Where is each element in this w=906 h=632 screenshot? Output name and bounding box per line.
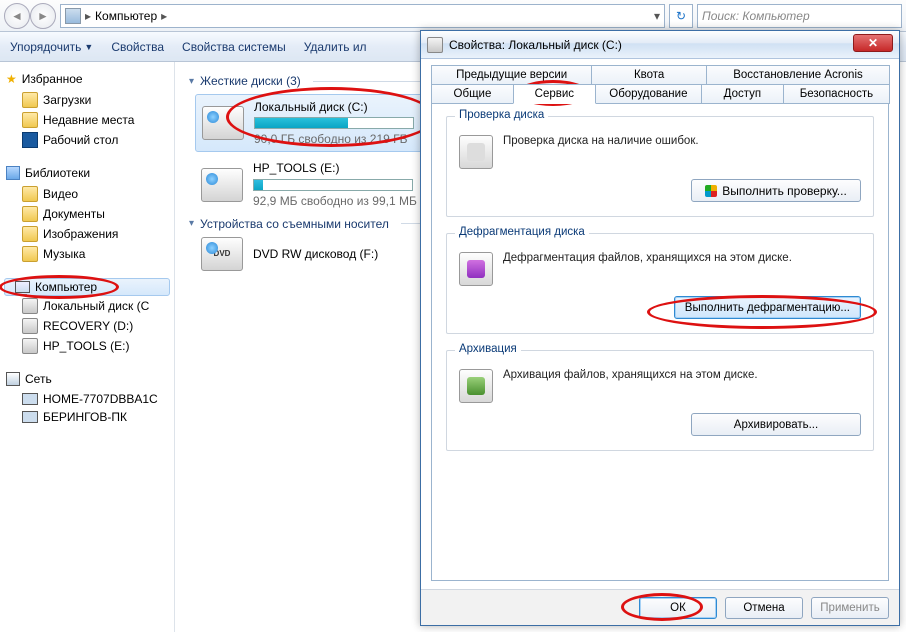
star-icon: ★	[6, 72, 17, 86]
archive-legend: Архивация	[455, 343, 521, 355]
drive-e-name: HP_TOOLS (E:)	[253, 160, 417, 176]
libraries-header[interactable]: Библиотеки	[4, 164, 170, 184]
drive-icon	[22, 338, 38, 354]
dialog-title: Свойства: Локальный диск (C:)	[449, 38, 622, 52]
drive-icon	[427, 37, 443, 53]
tab-previous-versions[interactable]: Предыдущие версии	[431, 65, 592, 85]
computer-icon	[15, 281, 30, 293]
nav-documents[interactable]: Документы	[4, 204, 170, 224]
nav-drive-e[interactable]: HP_TOOLS (E:)	[4, 336, 170, 356]
shield-icon	[705, 185, 717, 197]
dvd-name: DVD RW дисковод (F:)	[253, 246, 378, 262]
drive-e-usage-bar	[253, 179, 413, 191]
document-icon	[22, 206, 38, 222]
organize-menu[interactable]: Упорядочить▼	[10, 40, 93, 54]
tools-tab-page: Проверка диска Проверка диска на наличие…	[431, 103, 889, 581]
tab-sharing[interactable]: Доступ	[701, 84, 784, 104]
nav-back-button[interactable]: ◄	[4, 3, 30, 29]
archive-button[interactable]: Архивировать...	[691, 413, 861, 436]
drive-e-free: 92,9 МБ свободно из 99,1 МБ	[253, 193, 417, 209]
folder-icon	[22, 112, 38, 128]
tab-acronis[interactable]: Восстановление Acronis	[706, 65, 890, 85]
desktop-icon	[22, 132, 38, 148]
nav-drive-c[interactable]: Локальный диск (C	[4, 296, 170, 316]
check-disk-button[interactable]: Выполнить проверку...	[691, 179, 861, 202]
nav-forward-button[interactable]: ►	[30, 3, 56, 29]
dialog-tabs: Предыдущие версии Квота Восстановление A…	[431, 65, 889, 103]
nav-net-host2[interactable]: БЕРИНГОВ-ПК	[4, 408, 170, 426]
defrag-button[interactable]: Выполнить дефрагментацию...	[674, 296, 861, 319]
check-disk-text: Проверка диска на наличие ошибок.	[503, 135, 861, 147]
check-disk-icon	[459, 135, 493, 169]
drive-icon	[201, 168, 243, 202]
search-placeholder: Поиск: Компьютер	[702, 9, 810, 23]
close-button[interactable]: ✕	[853, 34, 893, 52]
video-icon	[22, 186, 38, 202]
nav-downloads[interactable]: Загрузки	[4, 90, 170, 110]
nav-computer[interactable]: Компьютер	[4, 278, 170, 296]
refresh-button[interactable]: ↻	[669, 4, 693, 28]
properties-button[interactable]: Свойства	[111, 40, 164, 54]
nav-desktop[interactable]: Рабочий стол	[4, 130, 170, 150]
defrag-text: Дефрагментация файлов, хранящихся на это…	[503, 252, 861, 264]
network-icon	[6, 372, 20, 386]
chevron-down-icon: ▾	[189, 76, 194, 87]
favorites-header[interactable]: ★Избранное	[4, 70, 170, 90]
computer-icon	[22, 411, 38, 423]
music-icon	[22, 246, 38, 262]
chevron-down-icon: ▼	[84, 42, 93, 52]
defrag-icon	[459, 252, 493, 286]
drive-icon	[22, 298, 38, 314]
dialog-footer: ОК Отмена Применить	[421, 589, 899, 625]
ok-button[interactable]: ОК	[639, 597, 717, 619]
tab-tools[interactable]: Сервис	[513, 84, 596, 104]
breadcrumb-bar[interactable]: ▸ Компьютер ▸ ▾	[60, 4, 665, 28]
drive-c-free: 90,0 ГБ свободно из 219 ГБ	[254, 131, 414, 147]
nav-videos[interactable]: Видео	[4, 184, 170, 204]
address-bar: ◄ ► ▸ Компьютер ▸ ▾ ↻ Поиск: Компьютер	[0, 0, 906, 32]
nav-recent[interactable]: Недавние места	[4, 110, 170, 130]
library-icon	[6, 166, 20, 180]
search-input[interactable]: Поиск: Компьютер	[697, 4, 902, 28]
tab-quota[interactable]: Квота	[591, 65, 707, 85]
nav-drive-d[interactable]: RECOVERY (D:)	[4, 316, 170, 336]
defrag-legend: Дефрагментация диска	[455, 226, 589, 238]
breadcrumb-item[interactable]: Компьютер	[95, 9, 157, 23]
tab-security[interactable]: Безопасность	[783, 84, 890, 104]
drive-icon	[202, 106, 244, 140]
network-header[interactable]: Сеть	[4, 370, 170, 390]
tab-hardware[interactable]: Оборудование	[595, 84, 702, 104]
navigation-pane: ★Избранное Загрузки Недавние места Рабоч…	[0, 62, 175, 632]
nav-net-host1[interactable]: HOME-7707DBBA1C	[4, 390, 170, 408]
properties-dialog: Свойства: Локальный диск (C:) ✕ Предыдущ…	[420, 30, 900, 626]
apply-button[interactable]: Применить	[811, 597, 889, 619]
uninstall-button[interactable]: Удалить ил	[304, 40, 367, 54]
drive-c-usage-bar	[254, 117, 414, 129]
archive-group: Архивация Архивация файлов, хранящихся н…	[446, 350, 874, 451]
defrag-group: Дефрагментация диска Дефрагментация файл…	[446, 233, 874, 334]
nav-pictures[interactable]: Изображения	[4, 224, 170, 244]
picture-icon	[22, 226, 38, 242]
cancel-button[interactable]: Отмена	[725, 597, 803, 619]
drive-c-name: Локальный диск (C:)	[254, 99, 414, 115]
check-disk-legend: Проверка диска	[455, 109, 548, 121]
check-disk-group: Проверка диска Проверка диска на наличие…	[446, 116, 874, 217]
dropdown-icon[interactable]: ▾	[654, 9, 660, 23]
folder-icon	[22, 92, 38, 108]
archive-text: Архивация файлов, хранящихся на этом дис…	[503, 369, 861, 381]
chevron-down-icon: ▾	[189, 218, 194, 229]
tab-general[interactable]: Общие	[431, 84, 514, 104]
computer-icon	[22, 393, 38, 405]
computer-icon	[65, 8, 81, 24]
chevron-right-icon: ▸	[85, 9, 91, 23]
nav-music[interactable]: Музыка	[4, 244, 170, 264]
chevron-right-icon: ▸	[161, 9, 167, 23]
dialog-titlebar[interactable]: Свойства: Локальный диск (C:) ✕	[421, 31, 899, 59]
drive-icon	[22, 318, 38, 334]
archive-icon	[459, 369, 493, 403]
system-properties-button[interactable]: Свойства системы	[182, 40, 286, 54]
dvd-drive-icon: DVD	[201, 237, 243, 271]
